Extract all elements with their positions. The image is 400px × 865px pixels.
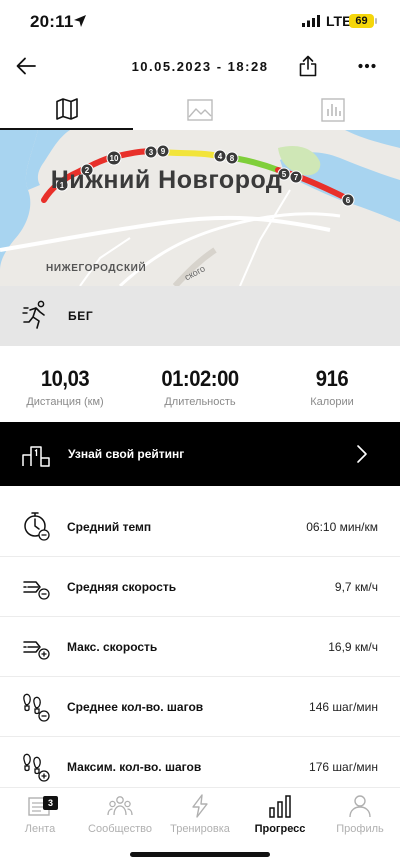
route-marker: 9 [161, 147, 166, 156]
progress-bars-icon [269, 795, 291, 818]
route-marker: 4 [218, 152, 223, 161]
network-type: LTE [326, 13, 352, 29]
metric-value: 9,7 км/ч [334, 580, 378, 594]
activity-label: БЕГ [68, 309, 94, 323]
more-button[interactable] [355, 54, 379, 78]
metric-label: Максим. кол-во. шагов [67, 760, 202, 774]
page-title: 10.05.2023 - 18:28 [131, 59, 269, 74]
nav-label: Профиль [336, 823, 384, 835]
calories-value: 916 [315, 366, 349, 391]
metric-label: Средняя скорость [67, 580, 177, 594]
route-marker: 3 [149, 148, 154, 157]
metric-avg-pace: Средний темп 06:10 мин/км [0, 497, 400, 557]
metric-label: Средний темп [67, 520, 152, 534]
city-label: Нижний Новгород [50, 166, 283, 194]
profile-icon [349, 795, 371, 818]
share-button[interactable] [295, 52, 321, 80]
bar-chart-icon [320, 98, 345, 122]
route-marker: 6 [346, 196, 351, 205]
status-time: 20:11 [30, 12, 74, 31]
running-icon [22, 300, 45, 329]
home-indicator[interactable] [130, 852, 270, 857]
activity-type-row: БЕГ [0, 286, 400, 346]
feed-badge: 3 [43, 796, 58, 810]
chevron-right-icon [357, 445, 367, 463]
stat-duration: 01:02:00 Длительность [135, 366, 265, 408]
metric-avg-cadence: Среднее кол-во. шагов 146 шаг/мин [0, 677, 400, 737]
map-icon [55, 98, 78, 120]
speed-max-icon [23, 641, 50, 660]
speed-avg-icon [23, 581, 50, 600]
street-label: ского [183, 263, 207, 282]
ranking-label: Узнай свой рейтинг [68, 447, 185, 461]
stat-calories: 916 Калории [267, 366, 397, 408]
footsteps-avg-icon [23, 693, 50, 722]
view-tabs [0, 90, 400, 130]
metric-label: Среднее кол-во. шагов [67, 700, 204, 714]
route-marker: 10 [110, 154, 119, 163]
tab-photos[interactable] [133, 90, 266, 130]
summary-stats: 10,03 Дистанция (км) 01:02:00 Длительнос… [0, 346, 400, 422]
nav-label: Лента [24, 823, 56, 835]
lightning-icon [192, 794, 208, 818]
route-map[interactable]: 1 2 10 3 9 4 8 5 7 6 ского Нижний Новгор… [0, 130, 400, 286]
metric-value: 176 шаг/мин [309, 760, 378, 774]
metric-avg-speed: Средняя скорость 9,7 км/ч [0, 557, 400, 617]
nav-label: Тренировка [170, 823, 230, 835]
route-marker: 8 [230, 154, 235, 163]
district-label: НИЖЕГОРОДСКИЙ [46, 263, 147, 274]
metric-value: 146 шаг/мин [309, 700, 378, 714]
nav-training[interactable]: Тренировка [160, 794, 240, 844]
calories-label: Калории [310, 396, 354, 408]
share-icon [299, 55, 317, 77]
battery-cap [375, 18, 377, 24]
stat-distance: 10,03 Дистанция (км) [0, 366, 130, 408]
duration-value: 01:02:00 [161, 366, 239, 391]
nav-feed[interactable]: 3 Лента [0, 794, 80, 844]
nav-label: Прогресс [254, 823, 306, 835]
status-bar: 20:11 LTE 69 [0, 0, 400, 44]
tab-charts[interactable] [266, 90, 399, 130]
nav-profile[interactable]: Профиль [320, 794, 400, 844]
metric-value: 16,9 км/ч [328, 640, 378, 654]
community-icon [107, 796, 133, 816]
footsteps-max-icon [23, 753, 50, 782]
battery-icon: 69 [349, 14, 374, 28]
tab-map[interactable] [0, 90, 133, 130]
metric-value: 06:10 мин/км [306, 520, 378, 534]
location-arrow-icon [74, 15, 86, 27]
metric-max-speed: Макс. скорость 16,9 км/ч [0, 617, 400, 677]
distance-label: Дистанция (км) [26, 396, 104, 408]
nav-community[interactable]: Сообщество [80, 794, 160, 844]
more-dots-icon [358, 63, 376, 69]
signal-icon [302, 15, 320, 27]
battery-level: 69 [355, 15, 368, 27]
distance-value: 10,03 [40, 366, 90, 391]
nav-label: Сообщество [88, 823, 152, 835]
ranking-banner[interactable]: Узнай свой рейтинг [0, 422, 400, 486]
stopwatch-icon [24, 512, 50, 541]
top-header: 10.05.2023 - 18:28 [0, 44, 400, 90]
nav-progress[interactable]: Прогресс [240, 794, 320, 844]
image-icon [186, 99, 213, 121]
duration-label: Длительность [164, 396, 236, 408]
podium-icon [22, 446, 50, 467]
metric-label: Макс. скорость [67, 640, 158, 654]
